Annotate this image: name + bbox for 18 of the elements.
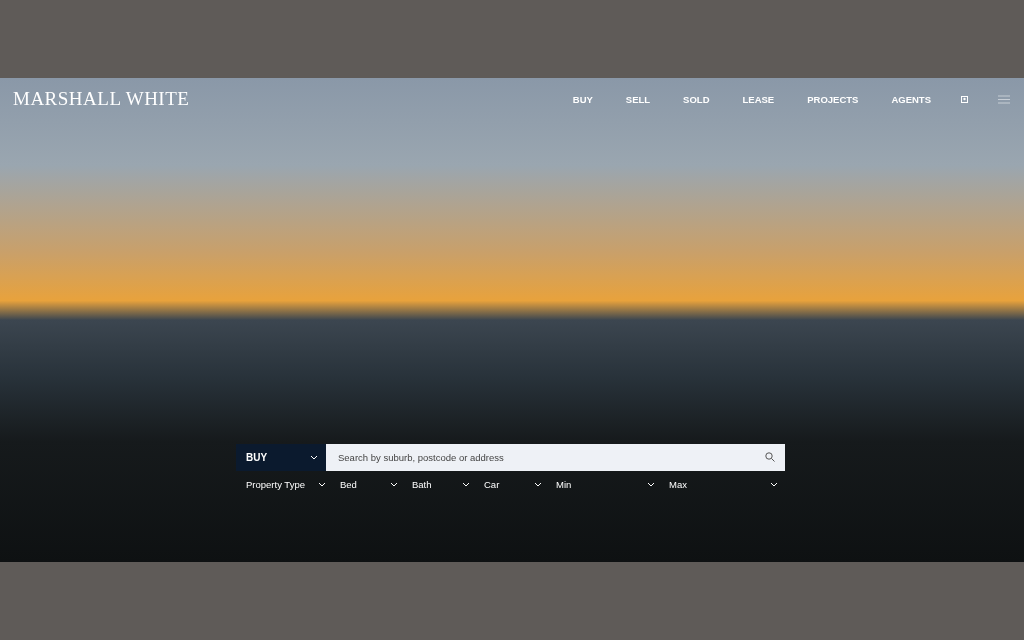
filter-dropdown[interactable]: Bath [412, 479, 470, 490]
filter-dropdown[interactable]: Property Type [246, 479, 326, 490]
filter-dropdown[interactable]: Max [669, 479, 778, 490]
filter-dropdown[interactable]: Car [484, 479, 542, 490]
menu-icon[interactable] [998, 94, 1010, 104]
filter-dropdown[interactable]: Bed [340, 479, 398, 490]
search-field[interactable]: Search by suburb, postcode or address [326, 444, 785, 471]
chevron-icon [390, 482, 398, 487]
chevron-icon [647, 482, 655, 487]
user-icon[interactable] [961, 95, 968, 103]
chevron-icon [310, 455, 318, 460]
search-icon[interactable] [765, 452, 775, 462]
chevron-icon [318, 482, 326, 487]
search-mode-dropdown[interactable]: BUY [236, 444, 326, 471]
chevron-icon [534, 482, 542, 487]
filter-dropdown[interactable]: Min [556, 479, 655, 490]
chevron-icon [770, 482, 778, 487]
chevron-icon [462, 482, 470, 487]
